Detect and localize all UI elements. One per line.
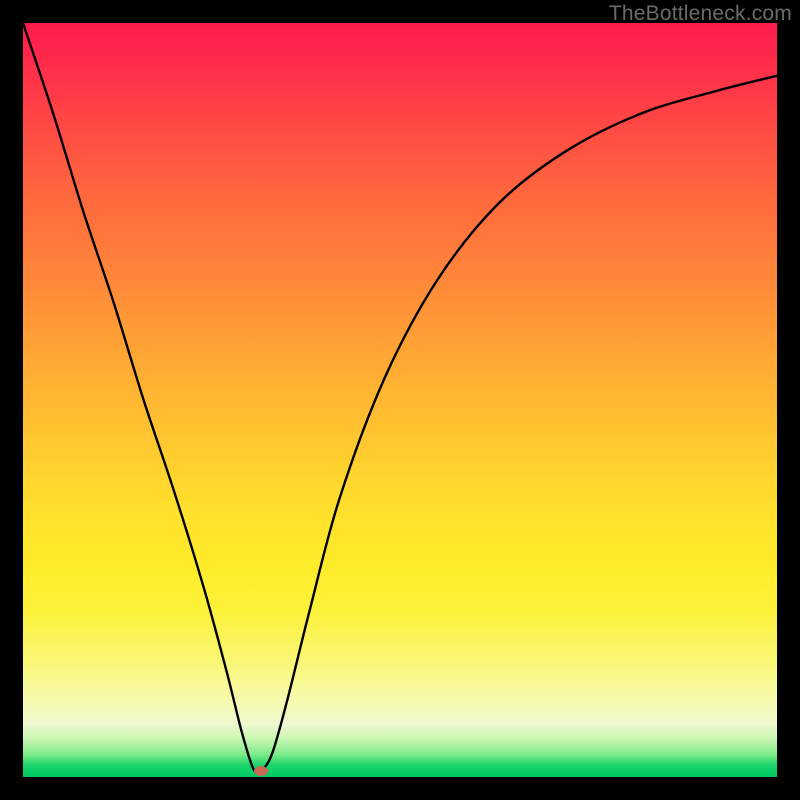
chart-frame: TheBottleneck.com [0,0,800,800]
plot-area [23,23,777,777]
minimum-marker [254,766,268,776]
bottleneck-curve [23,23,777,777]
